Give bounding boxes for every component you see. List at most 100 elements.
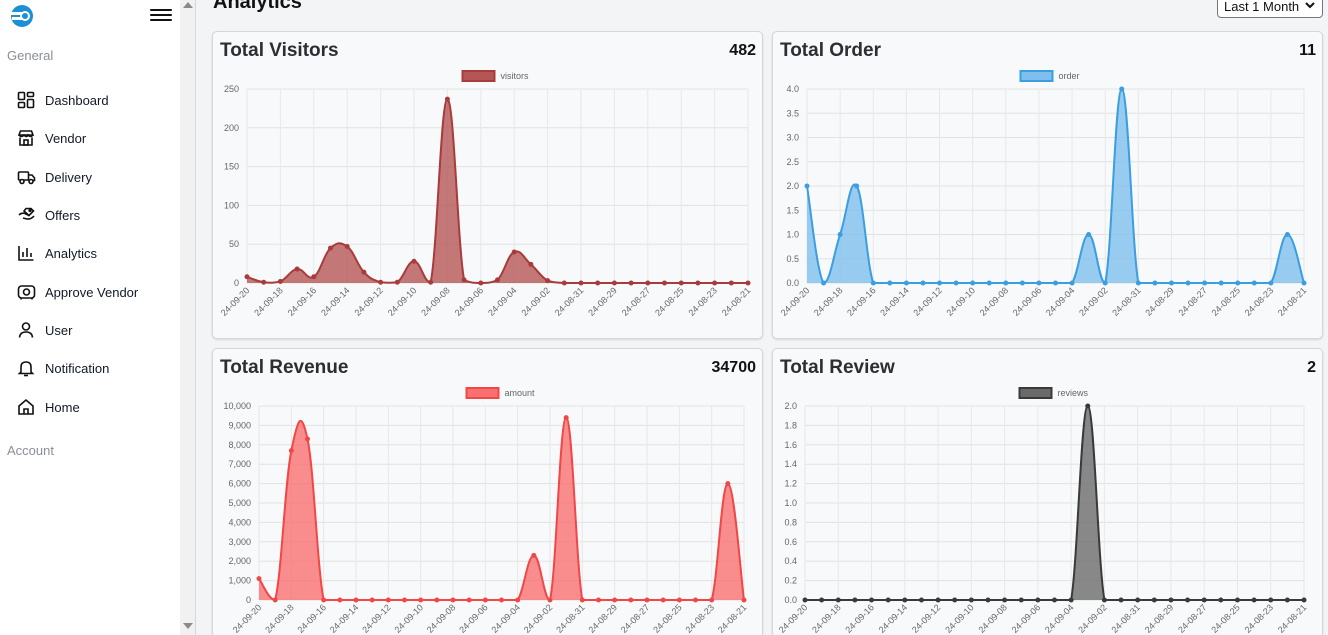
x-tick-label: 24-09-18 [252,285,285,318]
data-point [612,597,618,603]
data-point [920,280,926,286]
data-point [579,597,585,603]
date-range-value: Last 1 Month [1224,0,1300,14]
legend-label: order [1059,71,1080,81]
menu-toggle-icon[interactable] [150,6,172,24]
data-point [628,597,634,603]
data-point [394,279,400,285]
data-point [547,597,553,603]
y-tick-label: 2.0 [786,181,799,191]
data-point [1002,597,1008,603]
x-tick-label: 24-09-04 [486,285,519,318]
sidebar-item-analytics[interactable]: Analytics [0,238,180,268]
x-tick-label: 24-09-06 [1010,602,1043,635]
data-point [1268,280,1274,286]
data-point [968,597,974,603]
data-point [1118,597,1124,603]
data-point [970,280,976,286]
chart-legend: amount [465,387,536,399]
x-tick-label: 24-08-25 [651,602,684,635]
data-point [1035,597,1041,603]
sidebar-item-label: Offers [45,207,81,223]
x-tick-label: 24-09-02 [522,602,555,635]
y-tick-label: 3.0 [786,133,799,143]
visitors-chart-card: Total Visitors 482 0 50 100 150 200 250 24-09-… [212,31,763,339]
y-tick-label: 100 [224,200,239,210]
data-point [511,249,517,255]
data-point [1086,232,1092,237]
revenue-chart: 0 1,000 2,000 3,000 4,000 5,000 6,000 7,000 8,00… [223,387,748,635]
sidebar-item-label: Approve Vendor [45,284,139,300]
sidebar-item-dashboard[interactable]: Dashboard [0,85,180,115]
series-line [246,98,748,284]
data-point [385,597,391,603]
data-point [1152,280,1158,286]
scroll-up-arrow-icon[interactable] [183,2,193,8]
x-tick-label: 24-08-31 [553,285,586,318]
x-tick-label: 24-08-29 [587,602,620,635]
scroll-down-arrow-icon[interactable] [183,623,193,629]
data-point [887,280,893,286]
x-tick-label: 24-08-29 [1143,602,1176,635]
sidebar-item-label: Home [45,399,80,415]
y-tick-label: 200 [224,123,239,133]
x-tick-label: 24-08-25 [653,285,686,318]
y-tick-label: 3,000 [228,537,251,547]
x-tick-label: 24-08-31 [1110,285,1143,318]
data-point [328,245,333,251]
x-tick-label: 24-09-08 [976,602,1009,635]
x-tick-label: 24-09-10 [943,602,976,635]
data-point [1301,280,1307,286]
x-tick-label: 24-09-16 [296,602,329,635]
legend-swatch [465,387,500,399]
x-tick-label: 24-09-04 [490,602,523,635]
data-point [835,597,841,603]
x-tick-label: 24-09-04 [1043,602,1076,635]
x-tick-label: 24-09-02 [1077,285,1110,318]
sidebar-item-delivery[interactable]: Delivery [0,162,180,192]
x-tick-label: 24-09-16 [843,602,876,635]
data-point [402,597,407,603]
sidebar-item-vendor[interactable]: Vendor [0,123,180,153]
data-point [1218,597,1224,603]
x-tick-label: 24-09-06 [1011,285,1044,318]
chart-legend: order [1019,70,1080,82]
sidebar-scrollbar[interactable] [180,0,196,635]
sidebar-item-home[interactable]: Home [0,392,180,422]
x-tick-label: 24-09-20 [219,285,252,318]
data-point [1052,597,1057,603]
data-point [712,280,718,286]
x-tick-label: 24-08-21 [720,285,753,318]
x-tick-label: 24-09-06 [453,285,486,318]
y-tick-label: 1.6 [784,440,797,450]
data-point [495,277,500,283]
bar-chart-icon [16,243,36,263]
x-tick-label: 24-09-20 [231,602,264,635]
x-tick-label: 24-09-12 [911,285,944,318]
sidebar-item-approve-vendor[interactable]: Approve Vendor [0,277,180,307]
legend-label: visitors [501,71,530,81]
date-range-select[interactable]: Last 1 Month [1217,0,1323,18]
truck-icon [16,167,36,187]
sidebar-item-offers[interactable]: Offers [0,200,180,230]
data-point [261,279,267,285]
x-tick-label: 24-09-20 [779,285,812,318]
page-title: Analytics [213,0,302,13]
x-tick-label: 24-08-31 [554,602,587,635]
sidebar-item-user[interactable]: User [0,315,180,345]
data-point [935,597,941,603]
data-point [596,597,601,603]
app-logo[interactable] [8,4,36,28]
sidebar-item-notification[interactable]: Notification [0,353,180,383]
dashboard-icon [16,90,36,110]
legend-label: amount [505,388,536,398]
data-point [870,280,876,286]
data-point [1251,280,1257,286]
y-tick-label: 9,000 [228,420,251,430]
y-tick-label: 0.2 [784,576,797,586]
section-label-account: Account [7,443,54,458]
legend-label: reviews [1058,388,1089,398]
store-icon [16,128,36,148]
y-tick-label: 2.5 [786,157,799,167]
data-point [361,269,367,275]
